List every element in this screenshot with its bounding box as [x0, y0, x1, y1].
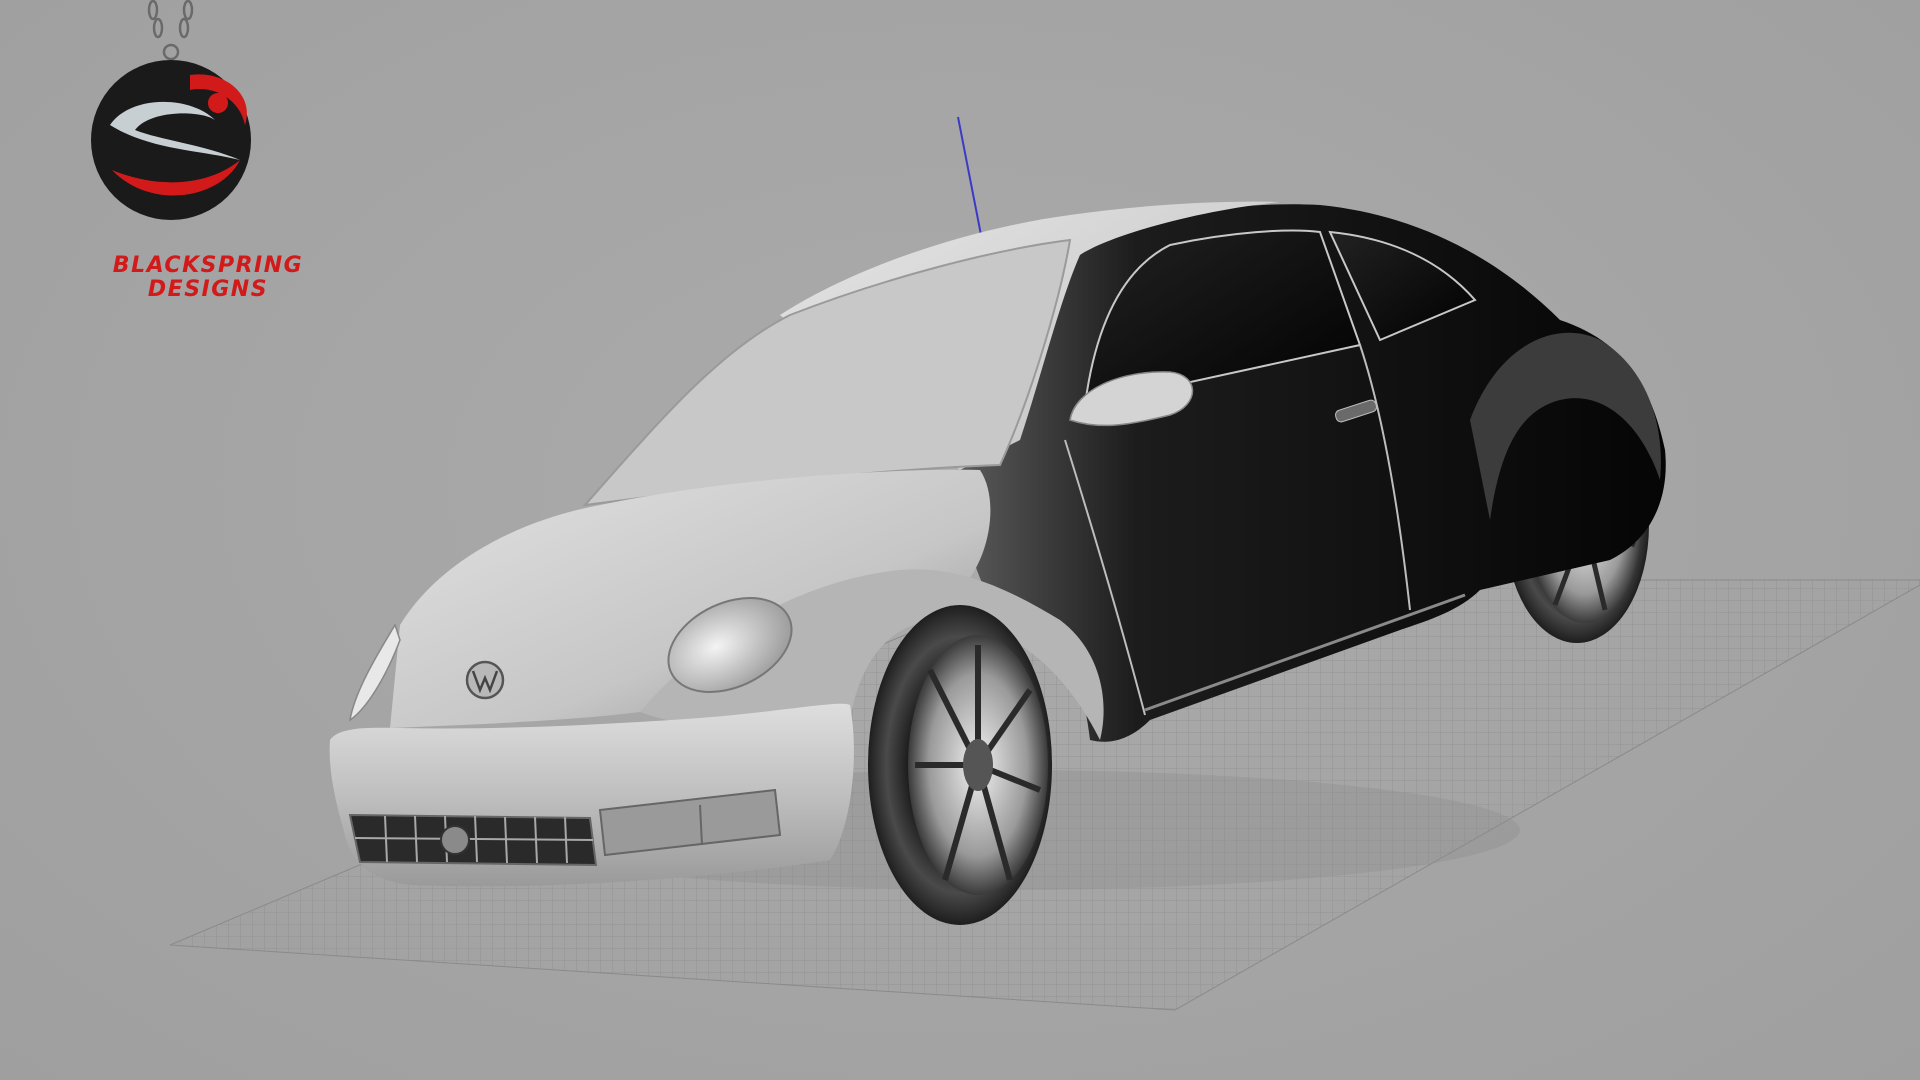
blackspring-logo: BLACKSPRING DESIGNS [40, 0, 302, 310]
logo-text-line1: BLACKSPRING [112, 253, 304, 278]
front-grille [348, 813, 598, 867]
3d-viewport[interactable]: BLACKSPRING DESIGNS [0, 0, 1920, 1080]
vw-badge-icon [465, 660, 505, 700]
logo-text-line2: DESIGNS [147, 277, 269, 302]
windshield [582, 238, 1072, 507]
blackspring-pendant-icon [91, 0, 251, 220]
z-axis-indicator [957, 116, 983, 241]
front-wheel[interactable] [868, 605, 1052, 925]
